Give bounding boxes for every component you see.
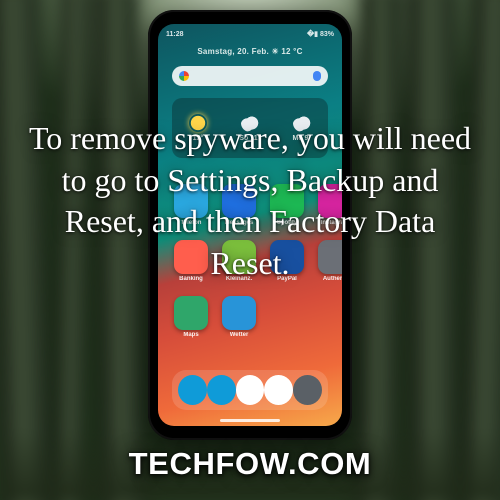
mic-icon [313, 71, 321, 81]
image-card: 11:28 �▮ 83% Samstag, 20. Feb. ☀ 12 °C 1… [0, 0, 500, 500]
date-weather-line: Samstag, 20. Feb. ☀ 12 °C [158, 48, 342, 56]
search-bar[interactable] [172, 66, 328, 86]
dock-dialer[interactable] [178, 375, 207, 405]
status-bar: 11:28 �▮ 83% [158, 24, 342, 42]
dock-sms[interactable] [207, 375, 236, 405]
app-label-maps: Maps [168, 332, 214, 338]
app-wetter[interactable] [222, 296, 256, 330]
status-time: 11:28 [166, 31, 184, 38]
app-maps[interactable] [174, 296, 208, 330]
status-battery: �▮ 83% [307, 31, 334, 38]
dock-store[interactable] [264, 375, 293, 405]
watermark-text: TECHFOW.COM [0, 446, 500, 482]
dock-chrome[interactable] [236, 375, 265, 405]
google-icon [179, 71, 189, 81]
headline-text: To remove spyware, you will need to go t… [0, 118, 500, 284]
dock-camera[interactable] [293, 375, 322, 405]
nav-pill[interactable] [220, 419, 280, 422]
app-label-wetter: Wetter [216, 332, 262, 338]
dock [172, 370, 328, 410]
